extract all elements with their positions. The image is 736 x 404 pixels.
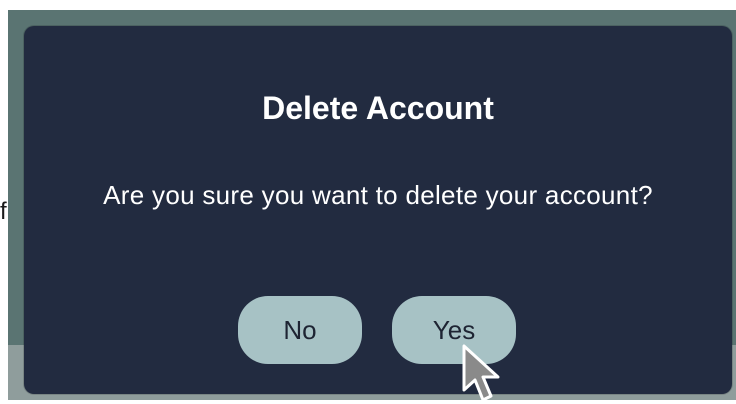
dialog-message: Are you sure you want to delete your acc…: [103, 180, 653, 210]
yes-button[interactable]: Yes: [392, 296, 516, 364]
no-button[interactable]: No: [238, 296, 362, 364]
dialog-title: Delete Account: [262, 90, 494, 126]
obscured-page-text: f: [0, 198, 7, 225]
delete-account-dialog: Delete Account Are you sure you want to …: [24, 26, 732, 394]
